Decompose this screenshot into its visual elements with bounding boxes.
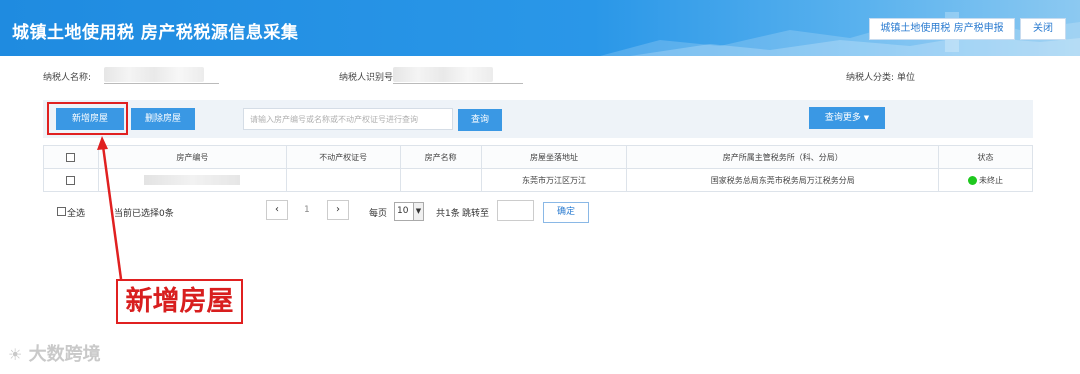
header-property-name: 房产名称 — [399, 145, 482, 169]
header-tax-office: 房产所属主管税务所（科、分局） — [626, 145, 940, 169]
query-more-button[interactable]: 查询更多 ▼ — [809, 107, 885, 129]
row-status: 未终止 — [938, 168, 1033, 192]
close-button[interactable]: 关闭 — [1020, 18, 1066, 40]
annotation-highlight-box — [47, 102, 128, 135]
confirm-jump-button[interactable]: 确定 — [543, 202, 589, 223]
taxpayer-name-label: 纳税人名称: — [43, 73, 92, 83]
header-checkbox-cell — [43, 145, 99, 169]
current-page: 1 — [304, 205, 310, 215]
status-text: 未终止 — [979, 175, 1004, 185]
header-status: 状态 — [938, 145, 1033, 169]
per-page-label: 每页 — [369, 209, 388, 219]
header-property-no: 房产编号 — [97, 145, 287, 169]
row-checkbox[interactable] — [66, 175, 76, 185]
search-input[interactable] — [243, 108, 453, 130]
watermark-text: 大数跨境 — [28, 344, 101, 365]
jump-label: 跳转至 — [462, 209, 490, 219]
query-more-label: 查询更多 — [824, 113, 861, 123]
chevron-down-icon: ▼ — [863, 114, 870, 122]
watermark-logo-icon: ☀ — [8, 345, 23, 364]
property-table: 房产编号 不动产权证号 房产名称 房屋坐落地址 房产所属主管税务所（科、分局） … — [43, 145, 1033, 192]
header-cert-no: 不动产权证号 — [285, 145, 401, 169]
page: 城镇土地使用税 房产税税源信息采集 城镇土地使用税 房产税申报 关闭 纳税人名称… — [0, 0, 1080, 374]
taxpayer-name-value-redacted — [104, 67, 204, 82]
taxpayer-id-underline — [393, 83, 523, 84]
per-page-value: 10 — [397, 206, 409, 216]
jump-page-input[interactable] — [497, 200, 534, 221]
chevron-right-icon: › — [336, 204, 340, 215]
table-row[interactable]: 东莞市万江区万江 国家税务总局东莞市税务局万江税务分局 未终止 — [43, 168, 1033, 192]
row-property-name — [399, 168, 482, 192]
total-count-text: 共1条 — [436, 209, 460, 219]
taxpayer-id-label: 纳税人识别号 — [339, 73, 394, 83]
table-header-row: 房产编号 不动产权证号 房产名称 房屋坐落地址 房产所属主管税务所（科、分局） … — [43, 145, 1033, 169]
prev-page-button[interactable]: ‹ — [266, 200, 288, 220]
taxpayer-category-label: 纳税人分类: — [846, 73, 895, 83]
footer-select-all-checkbox[interactable] — [57, 207, 66, 216]
app-header: 城镇土地使用税 房产税税源信息采集 城镇土地使用税 房产税申报 关闭 — [0, 0, 1080, 56]
watermark: ☀ 大数跨境 — [8, 340, 101, 366]
row-address: 东莞市万江区万江 — [480, 168, 628, 192]
property-no-redacted — [144, 175, 241, 185]
row-tax-office: 国家税务总局东莞市税务局万江税务分局 — [626, 168, 940, 192]
dropdown-arrow-icon: ▼ — [413, 203, 423, 220]
chevron-left-icon: ‹ — [275, 204, 279, 215]
select-all-checkbox[interactable] — [66, 152, 76, 162]
taxpayer-name-underline — [104, 83, 219, 84]
taxpayer-category-value: 单位 — [897, 73, 916, 83]
delete-property-button[interactable]: 删除房屋 — [131, 108, 195, 130]
per-page-select[interactable]: 10 ▼ — [394, 202, 424, 221]
annotation-label: 新增房屋 — [116, 279, 243, 324]
taxpayer-id-value-redacted — [393, 67, 493, 82]
row-property-no — [97, 168, 287, 192]
select-all-label: 全选 — [67, 209, 86, 219]
query-button[interactable]: 查询 — [458, 109, 502, 131]
row-checkbox-cell — [43, 168, 99, 192]
row-cert-no — [285, 168, 401, 192]
next-page-button[interactable]: › — [327, 200, 349, 220]
selected-count-text: 当前已选择0条 — [114, 209, 174, 219]
header-address: 房屋坐落地址 — [480, 145, 628, 169]
tax-report-button[interactable]: 城镇土地使用税 房产税申报 — [869, 18, 1015, 40]
page-title: 城镇土地使用税 房产税税源信息采集 — [12, 23, 299, 43]
status-dot-icon — [968, 175, 978, 185]
